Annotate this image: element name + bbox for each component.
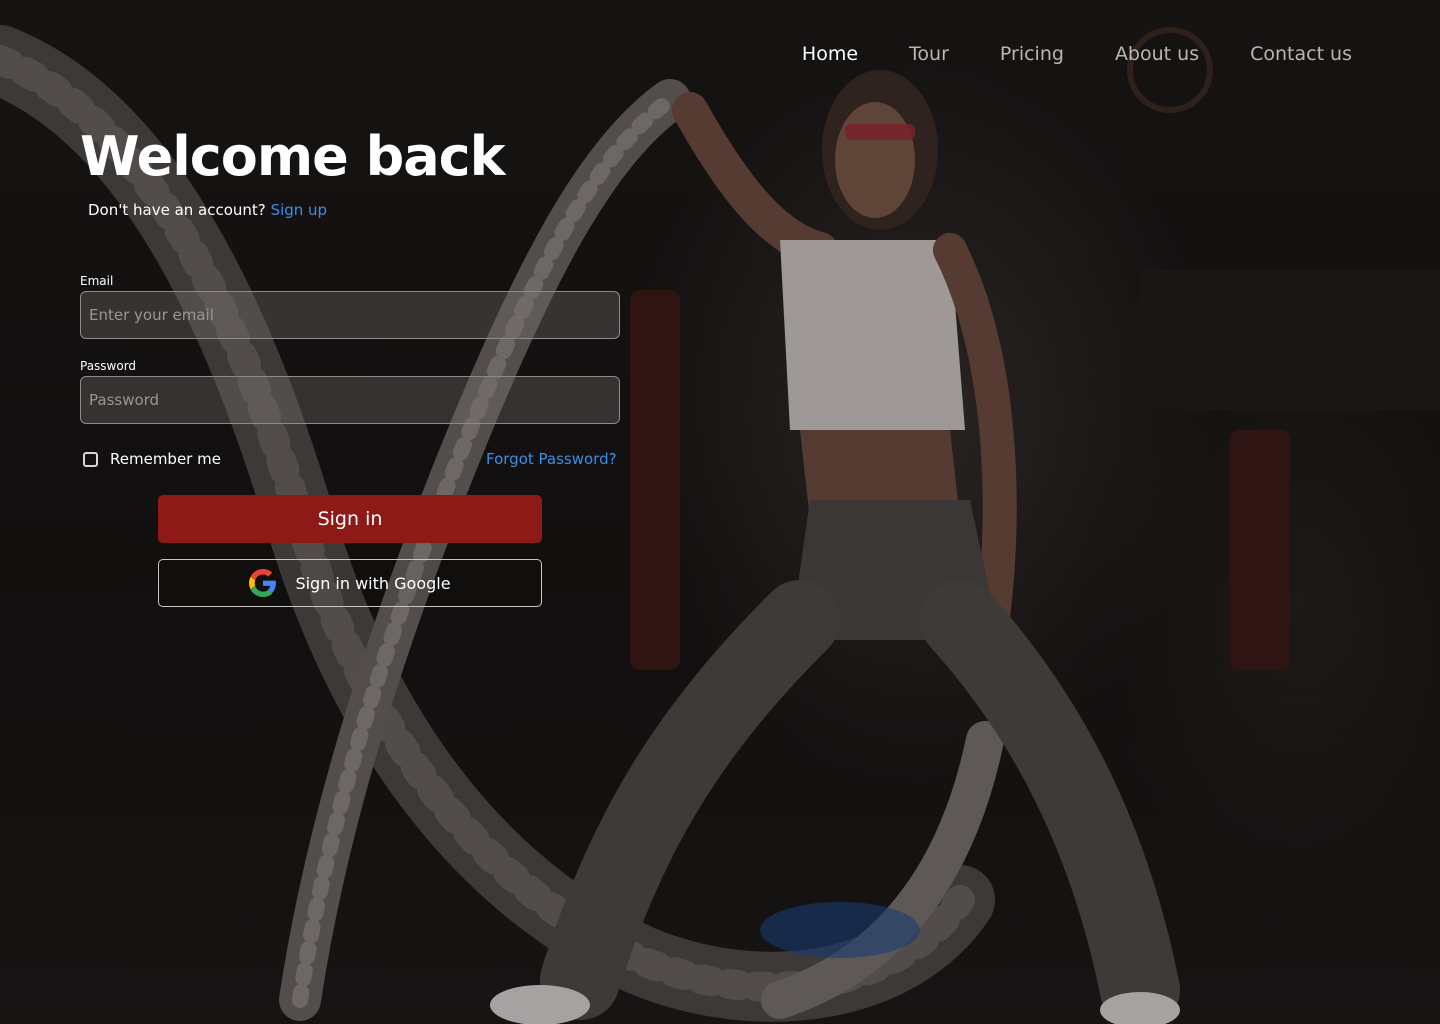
remember-me-checkbox[interactable] — [83, 451, 98, 467]
top-nav: Home Tour Pricing About us Contact us — [751, 40, 1352, 68]
remember-me-row[interactable]: Remember me — [83, 448, 221, 470]
password-input[interactable] — [80, 376, 620, 424]
nav-tour[interactable]: Tour — [858, 40, 949, 68]
signup-link[interactable]: Sign up — [271, 201, 328, 219]
signup-prompt: Don't have an account? Sign up — [88, 199, 327, 221]
nav-about-us[interactable]: About us — [1064, 40, 1199, 68]
sign-in-button[interactable]: Sign in — [158, 495, 542, 543]
nav-pricing[interactable]: Pricing — [949, 40, 1064, 68]
google-sign-in-button[interactable]: Sign in with Google — [158, 559, 542, 607]
signup-prompt-text: Don't have an account? — [88, 201, 266, 219]
login-page: Home Tour Pricing About us Contact us We… — [0, 0, 1440, 1024]
nav-contact-us[interactable]: Contact us — [1199, 40, 1352, 68]
email-input[interactable] — [80, 291, 620, 339]
google-sign-in-label: Sign in with Google — [295, 573, 451, 593]
forgot-password-link[interactable]: Forgot Password? — [486, 448, 617, 470]
nav-home[interactable]: Home — [751, 40, 858, 68]
remember-me-label: Remember me — [110, 450, 221, 468]
google-icon — [249, 569, 277, 597]
email-label: Email — [80, 274, 114, 288]
page-title: Welcome back — [80, 125, 506, 188]
password-label: Password — [80, 359, 137, 373]
